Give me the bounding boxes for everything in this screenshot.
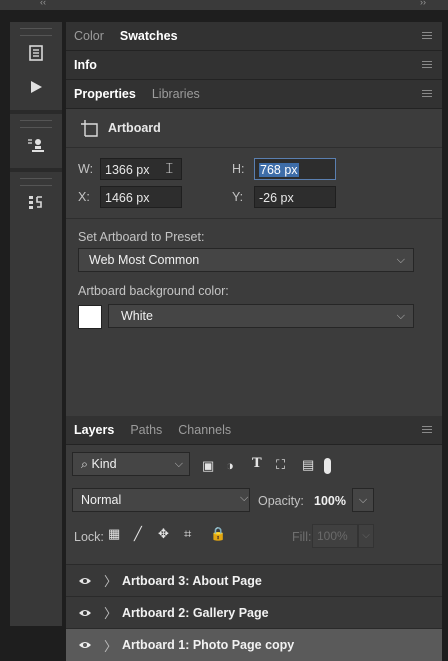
lock-all-icon[interactable]: 🔒 — [210, 526, 226, 542]
opacity-label: Opacity: — [258, 494, 304, 508]
lock-image-pixels-icon[interactable]: ╱ — [134, 526, 142, 542]
tab-libraries[interactable]: Libraries — [144, 80, 208, 108]
x-label: X: — [78, 190, 90, 204]
filter-pixel-icon[interactable]: ▣ — [202, 458, 214, 474]
fill-dropdown-button: ⌵ — [358, 524, 374, 548]
drag-grip[interactable] — [20, 178, 52, 186]
artboard-icon — [81, 120, 98, 137]
filter-kind-dropdown[interactable]: ⌕ Kind ⌵ — [72, 452, 190, 476]
panel-menu-icon[interactable] — [422, 32, 432, 41]
chevron-down-icon: ⌵ — [240, 492, 249, 504]
paragraph-styles-button[interactable] — [10, 186, 62, 220]
chevron-down-icon: ⌵ — [396, 310, 405, 322]
width-label: W: — [78, 162, 94, 176]
height-field[interactable]: 768 px — [254, 158, 336, 180]
color-panel-header: Color Swatches — [66, 22, 442, 51]
tool-presets-button[interactable] — [10, 128, 62, 162]
blend-mode-value: Normal — [81, 493, 122, 507]
filter-adjustment-icon[interactable]: ◑ — [226, 458, 234, 473]
fill-label: Fill: — [292, 530, 312, 544]
y-label: Y: — [232, 190, 244, 204]
strip-divider — [10, 110, 62, 114]
chevron-down-icon: ⌵ — [396, 254, 405, 266]
height-label: H: — [232, 162, 245, 176]
panel-menu-icon[interactable] — [422, 426, 432, 435]
filter-shape-icon[interactable]: ⛶ — [276, 457, 285, 473]
layer-row[interactable]: 〉 Artboard 3: About Page — [66, 564, 442, 596]
opacity-value[interactable]: 100% — [314, 494, 346, 508]
preset-value: Web Most Common — [89, 253, 200, 267]
tab-layers[interactable]: Layers — [66, 416, 122, 444]
filter-kind-label: Kind — [91, 457, 117, 471]
lock-position-icon[interactable]: ✥ — [158, 526, 169, 542]
collapse-right-icon[interactable]: ›› — [420, 0, 426, 7]
preset-dropdown[interactable]: Web Most Common ⌵ — [78, 248, 414, 272]
drag-grip[interactable] — [20, 28, 52, 36]
layer-name: Artboard 2: Gallery Page — [122, 605, 269, 620]
preset-label: Set Artboard to Preset: — [78, 230, 205, 244]
collapse-left-icon[interactable]: ‹‹ — [40, 0, 46, 7]
bg-color-value: White — [121, 309, 153, 323]
panel-menu-icon[interactable] — [422, 90, 432, 99]
tab-color[interactable]: Color — [66, 22, 112, 50]
panel-dock: Color Swatches Info Properties Libraries… — [66, 22, 442, 661]
expand-arrow-icon[interactable]: 〉 — [104, 636, 122, 655]
layers-panel-header: Layers Paths Channels — [66, 416, 442, 445]
bg-color-dropdown[interactable]: White ⌵ — [108, 304, 414, 328]
x-field[interactable]: 1466 px — [100, 186, 182, 208]
artboard-label: Artboard — [108, 121, 161, 135]
tab-paths[interactable]: Paths — [122, 416, 170, 444]
fill-field: 100% — [312, 524, 358, 548]
divider — [66, 218, 442, 219]
properties-panel-header: Properties Libraries — [66, 80, 442, 109]
artboard-type-row: Artboard — [66, 109, 442, 148]
history-icon — [29, 45, 43, 61]
strip-divider — [10, 168, 62, 172]
bg-color-label: Artboard background color: — [78, 284, 229, 298]
expand-arrow-icon[interactable]: 〉 — [104, 571, 122, 590]
blend-mode-dropdown[interactable]: Normal — [72, 488, 250, 512]
panel-menu-icon[interactable] — [422, 61, 432, 70]
y-field[interactable]: -26 px — [254, 186, 336, 208]
filter-type-icon[interactable]: T — [252, 456, 262, 471]
tab-swatches[interactable]: Swatches — [112, 22, 186, 50]
lock-transparent-pixels-icon[interactable]: ▦ — [108, 526, 120, 542]
panel-icon-strip — [10, 22, 62, 626]
filter-toggle-icon[interactable] — [324, 458, 331, 474]
properties-panel-body: Artboard W: 1366 px 𝙸 H: 768 px X: 1466 … — [66, 109, 442, 419]
tab-properties[interactable]: Properties — [66, 80, 144, 108]
visibility-eye-icon[interactable] — [66, 608, 104, 618]
opacity-dropdown-button[interactable]: ⌵ — [352, 488, 374, 512]
filter-smart-object-icon[interactable]: ▤ — [302, 457, 314, 473]
layer-name: Artboard 1: Photo Page copy — [122, 638, 295, 652]
chevron-down-icon: ⌵ — [174, 458, 183, 470]
lock-label: Lock: — [74, 530, 104, 544]
layer-row[interactable]: 〉 Artboard 2: Gallery Page — [66, 596, 442, 628]
text-cursor-icon: 𝙸 — [164, 160, 175, 177]
height-value-selected: 768 px — [259, 163, 299, 177]
drag-grip[interactable] — [20, 120, 52, 128]
bg-color-swatch[interactable] — [78, 305, 102, 329]
visibility-eye-icon[interactable] — [66, 576, 104, 586]
tool-presets-icon — [28, 139, 44, 152]
expand-arrow-icon[interactable]: 〉 — [104, 603, 122, 622]
layer-row-selected[interactable]: 〉 Artboard 1: Photo Page copy — [66, 628, 442, 661]
paragraph-styles-icon — [29, 196, 42, 209]
history-panel-button[interactable] — [10, 36, 62, 70]
layer-name: Artboard 3: About Page — [122, 573, 262, 588]
tab-info[interactable]: Info — [66, 51, 105, 79]
lock-artboard-icon[interactable]: ⌗ — [184, 526, 191, 542]
layers-panel: Layers Paths Channels ⌕ Kind ⌵ ▣ ◑ T ⛶ ▤… — [66, 416, 442, 661]
search-icon: ⌕ — [81, 457, 89, 471]
top-strip: ‹‹ ›› — [0, 0, 448, 10]
info-panel-header: Info — [66, 51, 442, 80]
play-icon — [31, 81, 42, 93]
actions-panel-button[interactable] — [10, 70, 62, 104]
tab-channels[interactable]: Channels — [170, 416, 239, 444]
